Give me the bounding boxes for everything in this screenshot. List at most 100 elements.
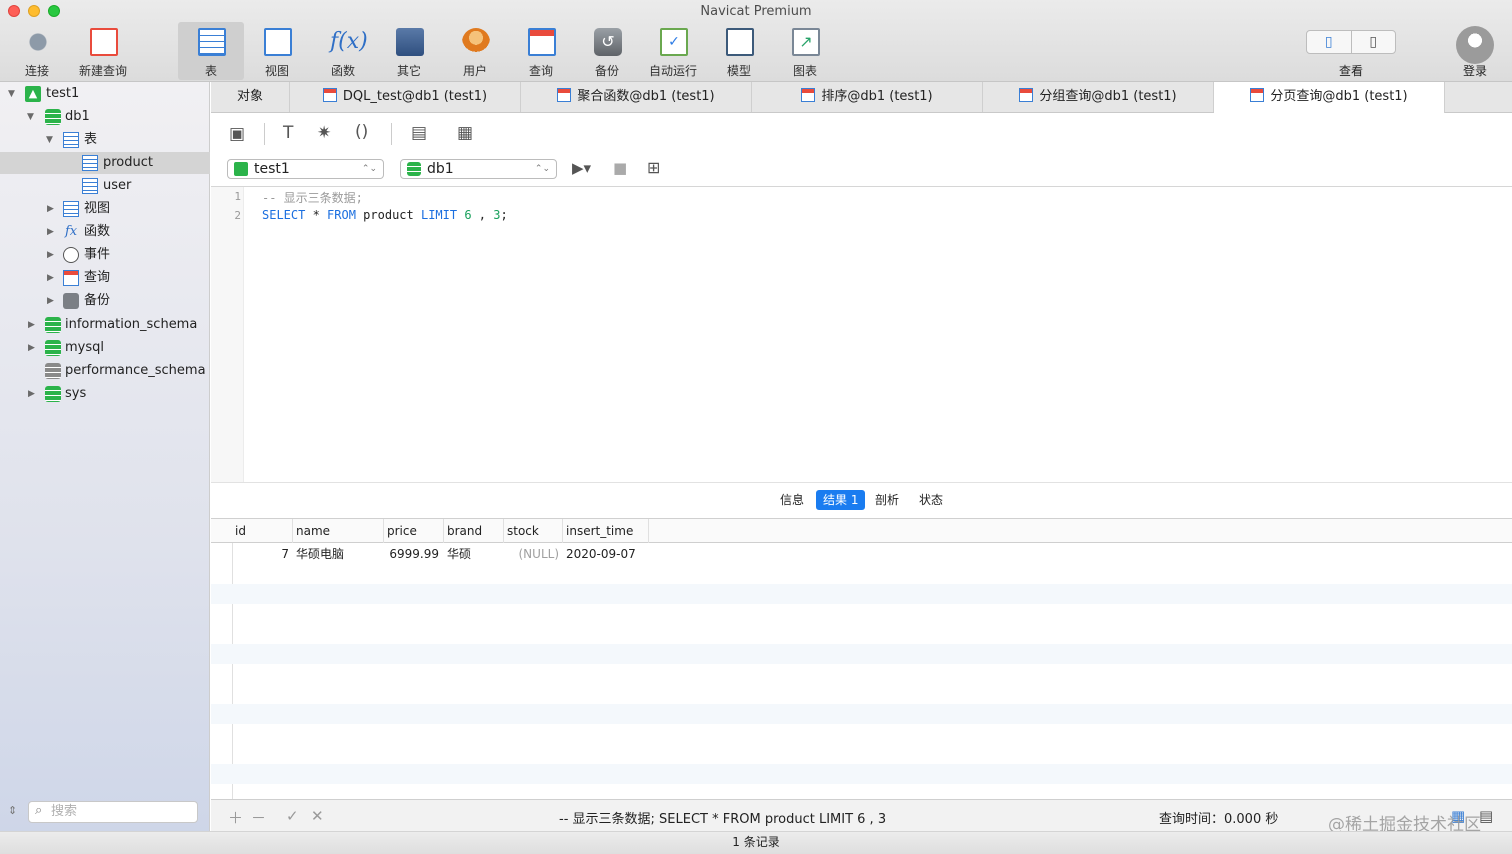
tree-events-folder[interactable]: ▶ 事件 [0, 244, 210, 266]
form-view-icon[interactable]: ▤ [1479, 807, 1493, 825]
tab-label: 聚合函数@db1 (test1) [577, 89, 715, 104]
toolbar-chart-button[interactable]: ↗ 图表 [772, 22, 838, 80]
column-header[interactable]: stock [503, 519, 562, 543]
database-select[interactable]: db1 ⌃⌄ [400, 159, 557, 179]
tree-views-folder[interactable]: ▶ 视图 [0, 198, 210, 220]
toolbar-view-button[interactable]: 视图 [244, 22, 310, 80]
automation-icon: ✓ [660, 28, 688, 56]
magic-wand-icon[interactable]: ✷ [317, 123, 331, 143]
tree-connection-test1[interactable]: ▼ ▲ test1 [0, 83, 210, 105]
delete-row-icon[interactable]: － [251, 807, 266, 828]
chevron-right-icon[interactable]: ▶ [28, 383, 35, 405]
code-line-comment[interactable]: -- 显示三条数据; [262, 189, 363, 206]
tab-sort[interactable]: 排序@db1 (test1) [752, 82, 983, 112]
chevron-right-icon[interactable]: ▶ [47, 198, 54, 220]
toolbar-automation-button[interactable]: ✓ 自动运行 [640, 22, 706, 80]
column-header[interactable]: insert_time [562, 519, 649, 543]
sidebar-search-input[interactable]: ⌕ 搜索 [28, 801, 198, 823]
sql-number: 3 [486, 208, 501, 222]
tree-db-information-schema[interactable]: ▶ information_schema [0, 314, 210, 336]
stop-icon[interactable]: ■ [613, 159, 627, 177]
cell-brand[interactable]: 华硕 [447, 544, 471, 564]
database-icon [407, 162, 421, 176]
avatar[interactable] [1456, 26, 1494, 64]
chevron-right-icon[interactable]: ▶ [47, 221, 54, 243]
column-header[interactable]: name [292, 519, 383, 543]
cell-stock[interactable]: (NULL) [507, 544, 560, 564]
chevron-down-icon[interactable]: ▼ [8, 83, 15, 105]
toolbar-table-button[interactable]: 表 [178, 22, 244, 80]
export-icon[interactable]: ▦ [457, 123, 473, 143]
connection-select[interactable]: test1 ⌃⌄ [227, 159, 384, 179]
cell-price[interactable]: 6999.99 [387, 544, 439, 564]
tree-table-user[interactable]: user [0, 175, 210, 197]
code-line-sql[interactable]: SELECT * FROM product LIMIT 6 , 3; [262, 208, 508, 222]
tree-db-mysql[interactable]: ▶ mysql [0, 337, 210, 359]
cell-id[interactable]: 7 [251, 544, 289, 564]
save-icon[interactable]: ▣ [229, 124, 245, 144]
chevron-right-icon[interactable]: ▶ [47, 290, 54, 312]
format-icon[interactable]: T [283, 123, 293, 143]
chevron-right-icon[interactable]: ▶ [47, 267, 54, 289]
sql-keyword: SELECT [262, 208, 306, 222]
chevron-down-icon[interactable]: ▼ [27, 106, 34, 128]
table-row[interactable]: 7 华硕电脑 6999.99 华硕 (NULL) 2020-09-07 [211, 544, 1512, 564]
tab-info[interactable]: 信息 [773, 490, 811, 510]
tab-dql-test[interactable]: DQL_test@db1 (test1) [290, 82, 521, 112]
tab-status[interactable]: 状态 [912, 490, 950, 510]
run-icon[interactable]: ▶▾ [572, 159, 591, 177]
tab-result-1[interactable]: 结果 1 [816, 490, 866, 510]
tree-db-db1[interactable]: ▼ db1 [0, 106, 210, 128]
toolbar-user-button[interactable]: 用户 [442, 22, 508, 80]
toolbar-other-button[interactable]: 其它 [376, 22, 442, 80]
query-icon [322, 88, 337, 102]
chevron-right-icon[interactable]: ▶ [28, 314, 35, 336]
left-pane-toggle-icon[interactable]: ▯ [1307, 31, 1351, 53]
empty-row [211, 704, 1512, 724]
toolbar-backup-button[interactable]: ↺ 备份 [574, 22, 640, 80]
sort-icon[interactable]: ⇕ [8, 804, 17, 817]
tree-functions-folder[interactable]: ▶ fx 函数 [0, 221, 210, 243]
toolbar-function-button[interactable]: f(x) 函数 [310, 22, 376, 80]
chevron-right-icon[interactable]: ▶ [47, 244, 54, 266]
tab-group[interactable]: 分组查询@db1 (test1) [983, 82, 1214, 112]
tab-objects[interactable]: 对象 [211, 82, 290, 112]
chevron-right-icon[interactable]: ▶ [28, 337, 35, 359]
column-header[interactable]: id [232, 519, 292, 543]
apply-icon[interactable]: ✓ [286, 807, 299, 825]
tree-queries-folder[interactable]: ▶ 查询 [0, 267, 210, 289]
tree-backups-folder[interactable]: ▶ 备份 [0, 290, 210, 312]
view-icon [264, 28, 292, 56]
parentheses-icon[interactable]: () [355, 122, 368, 142]
add-row-icon[interactable]: ＋ [228, 807, 243, 828]
empty-row [211, 644, 1512, 664]
tree-db-sys[interactable]: ▶ sys [0, 383, 210, 405]
tree-table-product[interactable]: product [0, 152, 210, 174]
toolbar-query-button[interactable]: 查询 [508, 22, 574, 80]
explain-icon[interactable]: ⊞ [647, 158, 660, 177]
column-header[interactable]: brand [443, 519, 503, 543]
tree-tables-folder[interactable]: ▼ 表 [0, 129, 210, 151]
toolbar-label: 自动运行 [648, 64, 697, 78]
column-header[interactable]: price [383, 519, 443, 543]
tab-aggregate[interactable]: 聚合函数@db1 (test1) [521, 82, 752, 112]
tab-profile[interactable]: 剖析 [868, 490, 906, 510]
chevron-down-icon[interactable]: ▼ [46, 129, 53, 151]
document-icon[interactable]: ▤ [411, 123, 427, 143]
discard-icon[interactable]: ✕ [311, 807, 324, 825]
model-icon [726, 28, 754, 56]
cell-name[interactable]: 华硕电脑 [296, 544, 344, 564]
view-label: 查看 [1338, 64, 1363, 78]
tree-label: performance_schema [65, 363, 206, 378]
connection-icon [24, 28, 52, 56]
tab-paging[interactable]: 分页查询@db1 (test1) [1214, 82, 1445, 113]
cell-insert-time[interactable]: 2020-09-07 [566, 544, 636, 564]
toolbar-new-query-button[interactable]: 新建查询 [70, 22, 136, 80]
new-query-icon [90, 28, 118, 56]
toolbar-connection-button[interactable]: 连接 [4, 22, 70, 80]
toolbar-model-button[interactable]: 模型 [706, 22, 772, 80]
table-icon [63, 132, 79, 148]
table-icon [82, 178, 98, 194]
right-pane-toggle-icon[interactable]: ▯ [1350, 31, 1396, 53]
tree-db-performance-schema[interactable]: performance_schema [0, 360, 210, 382]
